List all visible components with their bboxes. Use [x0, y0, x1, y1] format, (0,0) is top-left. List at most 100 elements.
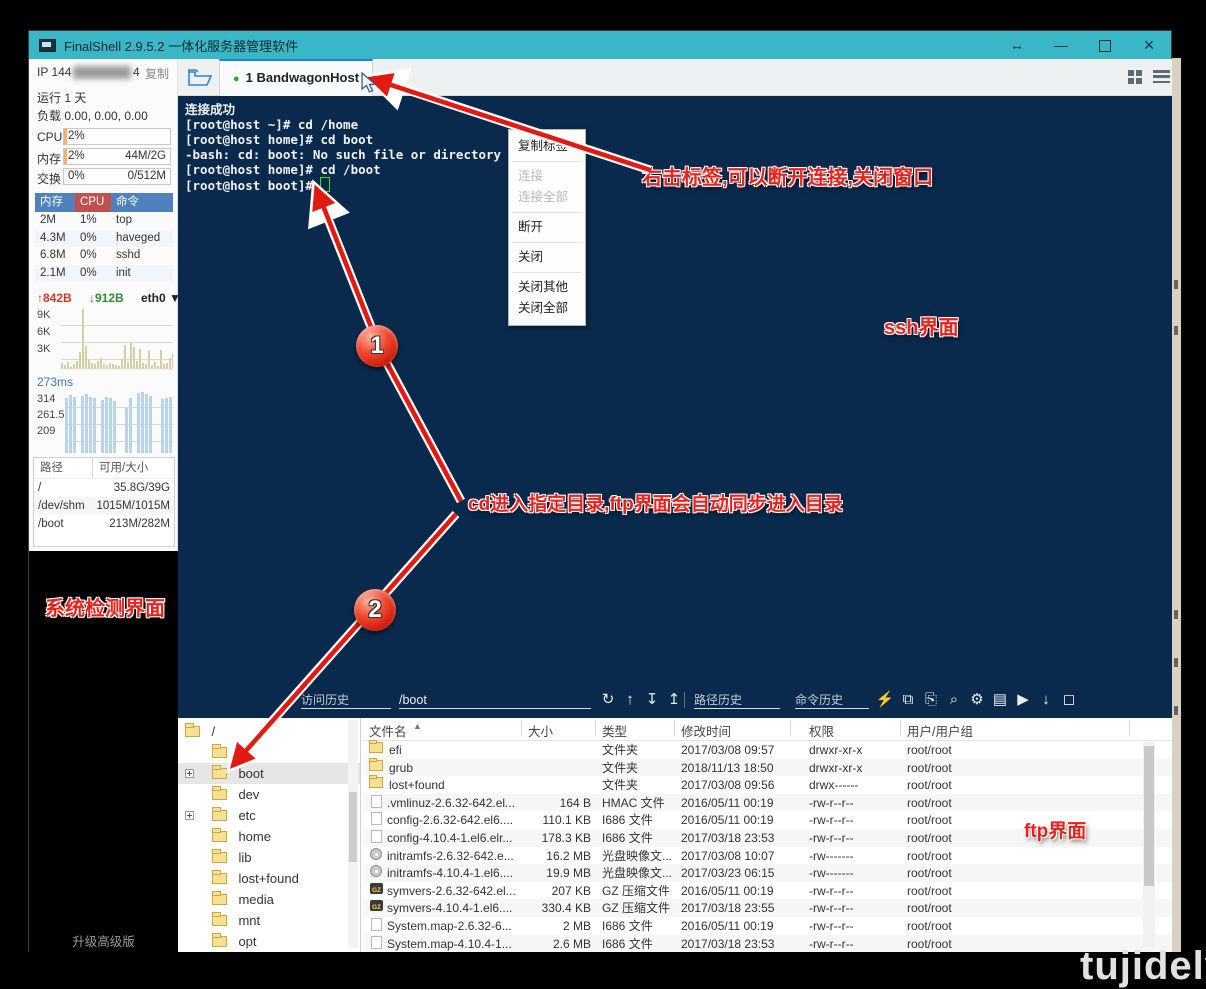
upload-icon[interactable]: ↥	[664, 690, 684, 710]
expand-icon[interactable]	[185, 811, 194, 820]
ping-latency: 273ms	[37, 375, 73, 389]
col-type[interactable]: 类型	[602, 721, 627, 740]
file-icon	[370, 865, 382, 877]
tree-item-label: mnt	[238, 913, 260, 928]
file-row[interactable]: initramfs-4.10.4-1.el6.... 19.9 MB 光盘映像文…	[363, 864, 1173, 882]
tree-item[interactable]: etc	[178, 805, 360, 826]
context-menu-item[interactable]: 连接全部	[509, 187, 585, 208]
file-icon	[369, 777, 383, 788]
close-button[interactable]: ×	[1127, 31, 1171, 59]
terminal-line: [root@host ~]# cd /home	[185, 117, 1173, 132]
tree-item[interactable]: dev	[178, 784, 360, 805]
maximize-button[interactable]	[1083, 31, 1127, 59]
upgrade-link[interactable]: 升级高级版	[29, 931, 178, 950]
down-icon[interactable]: ↓	[1036, 690, 1056, 710]
visit-history-field[interactable]: 访问历史	[301, 691, 391, 709]
expand-icon[interactable]	[185, 769, 194, 778]
context-menu-item[interactable]: 关闭其他	[509, 277, 585, 298]
open-connection-folder-icon[interactable]	[187, 65, 213, 89]
file-icon	[370, 848, 382, 860]
tree-item[interactable]: mnt	[178, 910, 360, 931]
search-icon[interactable]: ⌕	[944, 690, 964, 710]
folder-icon	[212, 852, 227, 863]
terminal-toolbar: 访问历史 /boot 路径历史 命令历史 ↻↑↧↥ ⚡⧉⎘⌕⚙▤▶↓◻	[178, 686, 1173, 713]
context-menu-item[interactable]: 关闭全部	[509, 298, 585, 319]
disk-row[interactable]: /dev/shm1015M/1015M	[34, 497, 174, 515]
folder-icon	[212, 936, 227, 947]
folder-icon	[212, 747, 227, 758]
process-row[interactable]: 6.8M0%sshd	[35, 247, 173, 265]
tree-item[interactable]: lib	[178, 847, 360, 868]
copy-icon[interactable]: ⧉	[898, 690, 918, 710]
col-perm[interactable]: 权限	[809, 721, 834, 740]
context-menu-item[interactable]: 断开	[509, 217, 585, 238]
refresh-icon[interactable]: ↻	[598, 690, 618, 710]
menu-icon[interactable]	[1153, 70, 1170, 85]
file-rows: efi 文件夹 2017/03/08 09:57 drwxr-xr-x root…	[363, 741, 1173, 952]
file-list-scrollbar[interactable]	[1143, 742, 1155, 947]
folder-icon	[212, 915, 227, 926]
context-menu-item[interactable]: 复制标签	[509, 136, 585, 157]
sort-asc-icon: ▲	[413, 721, 422, 731]
step-2-badge: 2	[354, 589, 396, 631]
minimize-button[interactable]: —	[1039, 31, 1083, 59]
process-row[interactable]: 2.1M0%init	[35, 265, 173, 283]
paste-icon[interactable]: ⎘	[921, 690, 941, 710]
file-row[interactable]: System.map-4.10.4-1... 2.6 MB I686 文件 20…	[363, 935, 1173, 952]
screen-edge-strip	[1172, 58, 1181, 952]
file-icon	[371, 795, 382, 808]
command-history-field[interactable]: 命令历史	[795, 691, 869, 709]
uptime-label: 运行 1 天	[37, 89, 86, 106]
copy-ip-button[interactable]: 复制	[145, 65, 169, 82]
tree-item[interactable]: opt	[178, 931, 360, 952]
tree-item[interactable]: media	[178, 889, 360, 910]
file-row[interactable]: System.map-2.6.32-6... 2 MB I686 文件 2016…	[363, 917, 1173, 935]
col-mtime[interactable]: 修改时间	[681, 721, 731, 740]
tree-item[interactable]: boot	[178, 763, 360, 784]
tree-item[interactable]: bin	[178, 742, 360, 763]
tree-item-label: lost+found	[238, 871, 298, 886]
file-row[interactable]: GZ symvers-4.10.4-1.el6.... 330.4 KB GZ …	[363, 899, 1173, 917]
process-row[interactable]: 4.3M0%haveged	[35, 230, 173, 248]
tab-bandwagonhost[interactable]: ●1 BandwagonHost	[219, 59, 373, 96]
layout-grid-icon[interactable]	[1128, 70, 1143, 85]
file-row[interactable]: .vmlinuz-2.6.32-642.el... 164 B HMAC 文件 …	[363, 794, 1173, 812]
swap-label: 交换	[37, 170, 61, 187]
context-menu-item[interactable]: 连接	[509, 166, 585, 187]
annotation-cd-tip: cd进入指定目录,ftp界面会自动同步进入目录	[468, 489, 843, 516]
annotation-ssh-label: ssh界面	[884, 311, 958, 340]
disk-row[interactable]: /35.8G/39G	[34, 479, 174, 497]
tree-item[interactable]: lost+found	[178, 868, 360, 889]
tree-item[interactable]: /	[178, 721, 360, 742]
file-row[interactable]: grub 文件夹 2018/11/13 18:50 drwxr-xr-x roo…	[363, 759, 1173, 777]
settings-icon[interactable]: ⚙	[967, 690, 987, 710]
col-size[interactable]: 大小	[528, 721, 553, 740]
monitor-panel: IP 144 4 复制 运行 1 天 负载 0.00, 0.00, 0.00 C…	[29, 59, 178, 551]
resize-icon[interactable]: ↔	[995, 31, 1039, 59]
window-icon[interactable]: ◻	[1059, 690, 1079, 710]
cpu-label: CPU	[37, 130, 62, 144]
tree-item[interactable]: home	[178, 826, 360, 847]
file-row[interactable]: lost+found 文件夹 2017/03/08 09:56 drwx----…	[363, 776, 1173, 794]
col-owner[interactable]: 用户/用户组	[907, 721, 973, 740]
file-row[interactable]: efi 文件夹 2017/03/08 09:57 drwxr-xr-x root…	[363, 741, 1173, 759]
file-row[interactable]: initramfs-2.6.32-642.e... 16.2 MB 光盘映像文.…	[363, 847, 1173, 865]
path-history-field[interactable]: 路径历史	[694, 691, 780, 709]
context-menu-item[interactable]: 关闭	[509, 247, 585, 268]
disk-row[interactable]: /boot213M/282M	[34, 515, 174, 533]
interface-select[interactable]: eth0 ▼	[141, 291, 181, 305]
folder-open-icon[interactable]: ▤	[990, 690, 1010, 710]
download-icon[interactable]: ↧	[642, 690, 662, 710]
tree-scrollbar[interactable]	[348, 720, 358, 948]
power-icon[interactable]: ⚡	[875, 690, 895, 710]
file-row[interactable]: GZ symvers-2.6.32-642.el... 207 KB GZ 压缩…	[363, 882, 1173, 900]
col-filename[interactable]: 文件名	[369, 721, 407, 740]
folder-icon	[212, 789, 227, 800]
ip-suffix: 4	[133, 65, 140, 79]
path-field[interactable]: /boot	[399, 691, 591, 709]
process-row[interactable]: 2M1%top	[35, 212, 173, 230]
terminal-line: -bash: cd: boot: No such file or directo…	[185, 147, 1173, 162]
load-label: 负载 0.00, 0.00, 0.00	[37, 107, 148, 124]
up-icon[interactable]: ↑	[620, 690, 640, 710]
play-icon[interactable]: ▶	[1013, 690, 1033, 710]
